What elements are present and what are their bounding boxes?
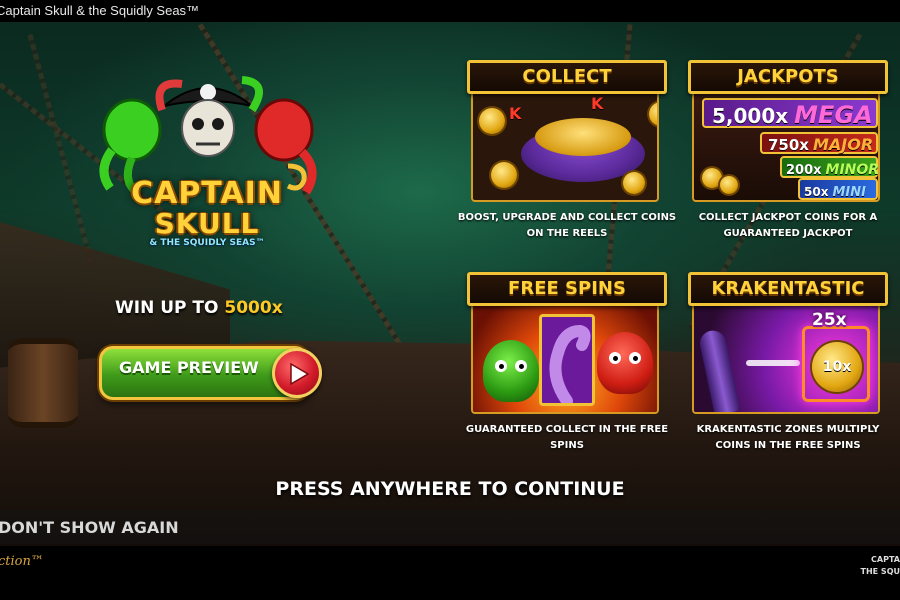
max-win-text: WIN UP TO 5000x — [115, 298, 283, 318]
dont-show-again-button[interactable]: DON'T SHOW AGAIN — [0, 518, 179, 537]
coin-icon — [720, 176, 738, 194]
red-octopus-icon — [597, 332, 653, 394]
jackpot-major-name: MAJOR — [813, 135, 874, 154]
feature-desc-krakentastic: KRAKENTASTIC ZONES MULTIPLY COINS IN THE… — [696, 424, 880, 451]
jackpot-major-multiplier: 750x — [768, 136, 809, 154]
zone-multiplier: 25x — [812, 310, 847, 330]
feature-desc-collect: BOOST, UPGRADE AND COLLECT COINS ON THE … — [457, 212, 677, 239]
game-preview-button[interactable]: GAME PREVIEW — [99, 342, 326, 404]
max-win-prefix: WIN UP TO — [115, 298, 225, 318]
coin-icon — [623, 172, 645, 194]
play-icon[interactable] — [272, 348, 322, 398]
k-symbol: K — [591, 94, 604, 113]
jackpot-tier-mini: 50x MINI — [798, 178, 878, 200]
play-triangle-icon — [290, 362, 310, 386]
tentacle-icon — [549, 324, 591, 407]
jackpot-minor-multiplier: 200x — [786, 163, 822, 178]
jackpot-tier-mega: 5,000x MEGA — [702, 98, 878, 129]
max-win-amount: 5000x — [224, 298, 283, 318]
logo-title-captain: CAPTAIN — [131, 176, 283, 211]
feature-title-krakentastic: KRAKENTASTIC — [688, 272, 888, 306]
feature-title-free-spins: FREE SPINS — [467, 272, 667, 306]
feature-desc-jackpots: COLLECT JACKPOT COINS FOR A GUARANTEED J… — [698, 212, 878, 239]
jackpot-tier-major: 750x MAJOR — [760, 132, 878, 154]
k-symbol: K — [509, 104, 522, 123]
coin-icon — [479, 108, 505, 134]
jackpot-mega-multiplier: 5,000x — [712, 104, 789, 128]
window-title-bar: Captain Skull & the Squidly Seas™ — [0, 0, 900, 22]
green-octopus-icon — [483, 340, 539, 402]
coin-value: 10x — [812, 342, 862, 392]
coin-icon — [702, 168, 722, 188]
provider-logo: ction™ — [0, 554, 44, 569]
footer-game-title: CAPTA THE SQU — [860, 555, 900, 576]
jackpot-minor-name: MINOR — [825, 162, 880, 178]
jackpot-mega-name: MEGA — [794, 101, 873, 129]
jackpot-mini-multiplier: 50x — [804, 185, 829, 199]
window-title: Captain Skull & the Squidly Seas™ — [0, 3, 200, 18]
krakentastic-art: 10x 25x — [692, 302, 880, 414]
footer-bar: ction™ CAPTA THE SQU — [0, 546, 900, 600]
game-logo: CAPTAIN SKULL & THE SQUIDLY SEAS™ — [92, 70, 322, 275]
coin-icon — [491, 162, 517, 188]
logo-subtitle: & THE SQUIDLY SEAS™ — [149, 238, 265, 248]
feature-desc-free-spins: GUARANTEED COLLECT IN THE FREE SPINS — [465, 424, 669, 451]
coin-pile — [535, 118, 631, 156]
feature-title-jackpots: JACKPOTS — [688, 60, 888, 94]
coin-icon — [649, 102, 657, 126]
jackpot-tier-minor: 200x MINOR — [780, 156, 878, 178]
jackpot-mini-name: MINI — [832, 185, 866, 200]
tentacle-reel — [539, 314, 595, 407]
barrel — [8, 338, 78, 428]
logo-title-skull: SKULL — [154, 207, 260, 240]
arrow-icon — [746, 360, 800, 366]
free-spins-art — [471, 302, 659, 414]
jackpots-art: 5,000x MEGA 750x MAJOR 200x MINOR 50x MINI — [692, 90, 880, 202]
collect-art: K K — [471, 90, 659, 202]
press-anywhere-to-continue[interactable]: PRESS ANYWHERE TO CONTINUE — [0, 478, 900, 500]
feature-title-collect: COLLECT — [467, 60, 667, 94]
game-preview-label: GAME PREVIEW — [119, 358, 259, 377]
